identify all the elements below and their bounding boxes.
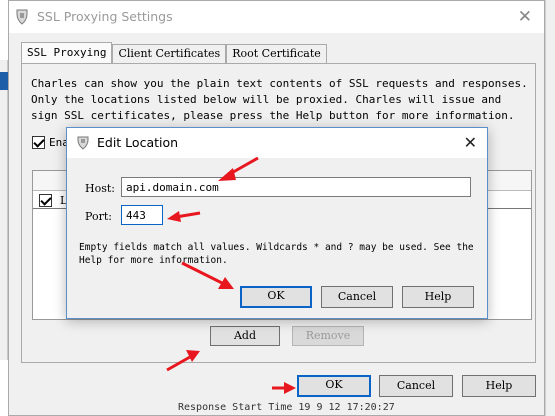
host-label: Host: (85, 182, 115, 195)
dialog-titlebar: Edit Location ✕ (67, 128, 487, 158)
host-input[interactable]: api.domain.com (121, 177, 471, 197)
enable-ssl-checkbox[interactable] (32, 136, 45, 149)
charles-app-icon (16, 9, 28, 25)
window-titlebar: SSL Proxying Settings ✕ (9, 1, 544, 33)
dialog-ok-button[interactable]: OK (240, 286, 312, 308)
dialog-help-note: Empty fields match all values. Wildcards… (79, 242, 474, 266)
dialog-help-button[interactable]: Help (402, 286, 474, 308)
add-location-button[interactable]: Add (210, 326, 280, 346)
settings-tabs: SSL Proxying Client Certificates Root Ce… (21, 42, 327, 64)
dialog-title: Edit Location (97, 135, 179, 150)
ok-button[interactable]: OK (297, 375, 371, 397)
remove-location-button[interactable]: Remove (292, 326, 364, 346)
background-app-tab (0, 72, 8, 90)
tab-ssl-proxying[interactable]: SSL Proxying (21, 42, 113, 64)
enable-ssl-proxying-option[interactable]: Ena (32, 136, 69, 149)
dialog-cancel-button[interactable]: Cancel (321, 286, 393, 308)
port-label: Port: (85, 210, 112, 223)
help-button[interactable]: Help (462, 375, 536, 397)
close-icon[interactable]: ✕ (518, 7, 532, 27)
background-app-scroll-edge (545, 0, 555, 416)
location-enabled-checkbox[interactable] (39, 194, 52, 207)
background-status-text: Response Start Time 19 9 12 17:20:27 (178, 402, 395, 413)
close-icon[interactable]: ✕ (464, 133, 477, 152)
cancel-button[interactable]: Cancel (379, 375, 453, 397)
edit-location-dialog: Edit Location ✕ Host: api.domain.com Por… (66, 127, 488, 319)
tab-root-certificate[interactable]: Root Certificate (226, 44, 327, 64)
port-input[interactable]: 443 (121, 205, 163, 225)
window-title: SSL Proxying Settings (37, 9, 173, 24)
ssl-description: Charles can show you the plain text cont… (31, 77, 528, 122)
tab-client-certificates[interactable]: Client Certificates (112, 44, 227, 64)
charles-app-icon (77, 136, 89, 150)
background-app-panel (0, 60, 8, 360)
